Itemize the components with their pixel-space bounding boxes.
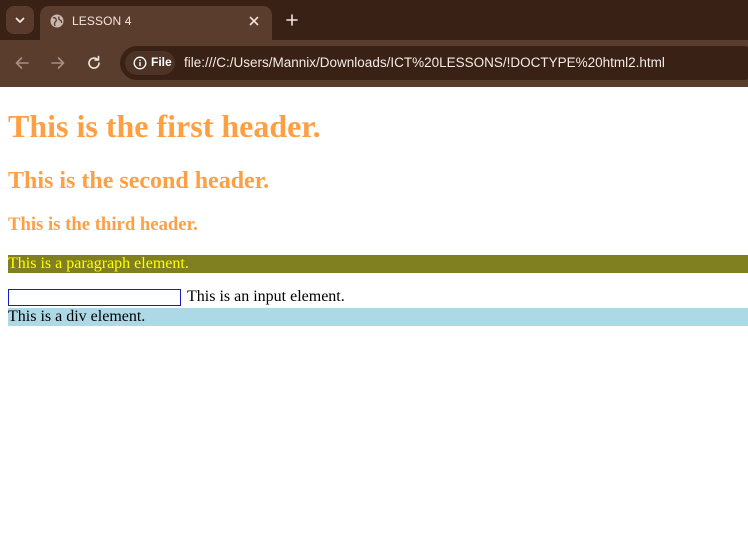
globe-icon <box>50 14 64 28</box>
paragraph-element: This is a paragraph element. <box>8 255 748 273</box>
url-text[interactable]: file:///C:/Users/Mannix/Downloads/ICT%20… <box>184 55 665 70</box>
address-bar[interactable]: File file:///C:/Users/Mannix/Downloads/I… <box>120 46 748 80</box>
div-element: This is a div element. <box>8 308 748 326</box>
info-icon <box>133 56 147 70</box>
site-info-chip[interactable]: File <box>125 51 175 75</box>
text-input[interactable] <box>8 289 181 306</box>
back-button[interactable] <box>12 53 32 73</box>
site-chip-label: File <box>151 55 172 69</box>
page-content: This is the first header. This is the se… <box>0 87 748 538</box>
plus-icon <box>286 14 298 26</box>
new-tab-button[interactable] <box>282 10 302 30</box>
reload-button[interactable] <box>84 53 104 73</box>
forward-button[interactable] <box>48 53 68 73</box>
close-icon <box>249 16 259 26</box>
arrow-left-icon <box>15 57 29 69</box>
input-caption: This is an input element. <box>187 288 345 305</box>
tab-strip: LESSON 4 <box>0 0 748 40</box>
chevron-down-icon <box>15 17 25 23</box>
tab-title: LESSON 4 <box>72 14 132 28</box>
arrow-right-icon <box>51 57 65 69</box>
browser-toolbar: File file:///C:/Users/Mannix/Downloads/I… <box>0 40 748 87</box>
browser-tab[interactable]: LESSON 4 <box>40 6 272 40</box>
reload-icon <box>88 55 100 69</box>
first-header: This is the first header. <box>8 108 321 144</box>
third-header: This is the third header. <box>8 214 198 235</box>
second-header: This is the second header. <box>8 168 270 194</box>
tab-search-button[interactable] <box>6 6 34 34</box>
tab-close-button[interactable] <box>246 13 262 29</box>
